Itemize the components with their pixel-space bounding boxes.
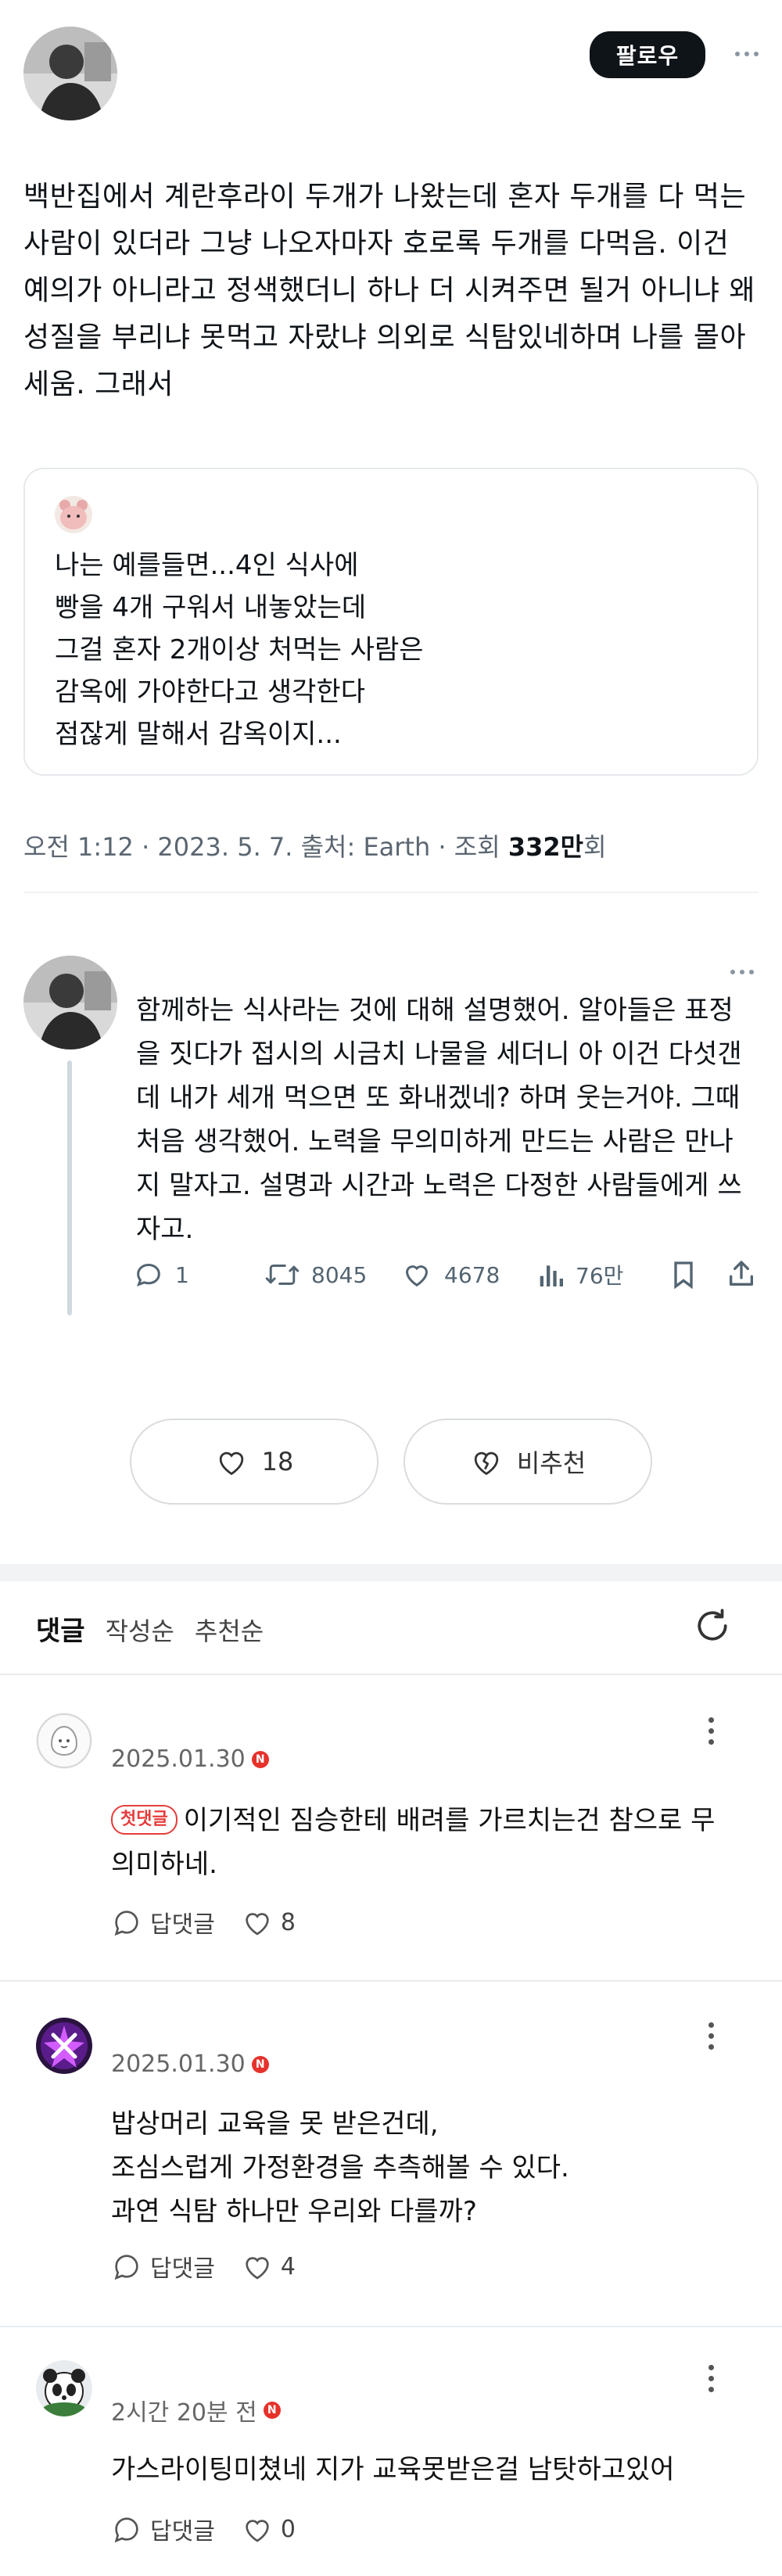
comment-text: 가스라이팅미쳤네 지가 교육못받은걸 남탓하고있어: [111, 2454, 675, 2485]
post-text: 백반집에서 계란후라이 두개가 나왔는데 혼자 두개를 다 먹는 사람이 있더라…: [23, 181, 756, 400]
reply-comment-count[interactable]: 1: [133, 1259, 189, 1290]
comment-like-button[interactable]: 8: [242, 1907, 296, 1937]
reply-label: 답댓글: [150, 2255, 215, 2283]
follow-button[interactable]: 팔로우: [590, 31, 705, 78]
view-count: 332만: [508, 832, 584, 862]
quote-line: 점잖게 말해서 감옥이지...: [55, 719, 342, 750]
comment-icon: [137, 1263, 160, 1287]
heart-icon: [246, 2257, 269, 2280]
commenter-avatar[interactable]: [36, 2360, 92, 2416]
sort-by-likes-tab[interactable]: 추천순: [195, 1612, 264, 1648]
comment-like-count: 8: [280, 1908, 296, 1936]
comment-date: 2025.01.30 N: [111, 2050, 269, 2078]
recommend-count: 18: [261, 1447, 294, 1476]
heart-icon: [246, 2520, 269, 2542]
heart-icon: [405, 1265, 429, 1287]
reply-comment-button[interactable]: 답댓글: [111, 2512, 215, 2546]
quoted-author-avatar: [55, 496, 92, 533]
bookmark-icon[interactable]: [669, 1259, 698, 1293]
refresh-icon[interactable]: [693, 1606, 732, 1649]
reply-author-avatar[interactable]: [23, 956, 117, 1049]
comment-date-text: 2025.01.30: [111, 1745, 246, 1773]
like-count: 4678: [444, 1261, 500, 1288]
post-meta: 오전 1:12 · 2023. 5. 7. 출처: Earth · 조회 332…: [23, 827, 607, 863]
naver-badge: N: [263, 2402, 281, 2419]
view-count-suffix: 회: [583, 832, 607, 862]
not-recommend-button[interactable]: 비추천: [404, 1419, 652, 1505]
divider: [0, 1674, 782, 1675]
heart-icon: [246, 1913, 269, 1936]
broken-heart-icon: [474, 1451, 499, 1475]
first-comment-badge: 첫댓글: [111, 1805, 178, 1835]
speech-bubble-icon: [114, 2255, 138, 2280]
like-button[interactable]: 4678: [400, 1259, 500, 1290]
comment-more-icon[interactable]: [708, 2022, 714, 2050]
speech-bubble-icon: [114, 1910, 138, 1936]
comment-like-count: 4: [280, 2252, 296, 2280]
not-recommend-label: 비추천: [516, 1448, 586, 1478]
quote-line: 그걸 혼자 2개이상 처먹는 사람은: [55, 634, 424, 666]
naver-badge: N: [251, 2055, 269, 2073]
comment-more-icon[interactable]: [708, 2365, 714, 2392]
retweet-count: 8045: [311, 1261, 368, 1288]
retweet-icon: [265, 1265, 300, 1285]
quote-line: 나는 예를들면...4인 식사에: [55, 550, 359, 581]
heart-icon: [219, 1451, 243, 1476]
share-icon[interactable]: [726, 1258, 757, 1293]
comment-like-button[interactable]: 4: [242, 2251, 296, 2281]
speech-bubble-icon: [114, 2517, 138, 2543]
author-avatar[interactable]: [23, 27, 117, 120]
quote-line: 빵을 4개 구워서 내놓았는데: [55, 592, 367, 623]
quoted-post[interactable]: 나는 예를들면...4인 식사에 빵을 4개 구워서 내놓았는데 그걸 혼자 2…: [23, 468, 759, 776]
post-timestamp-source: 오전 1:12 · 2023. 5. 7. 출처: Earth · 조회: [23, 832, 508, 862]
comment-tabs: 댓글 작성순 추천순: [36, 1609, 264, 1648]
comment-date-text: 2시간 20분 전: [111, 2399, 257, 2427]
comment-body: 이기적인 짐승한테 배려를 가르치는건 참으로 무의미하네.: [111, 1805, 716, 1880]
comment-actions: 답댓글 0: [111, 2512, 296, 2546]
naver-badge: N: [251, 1750, 269, 1768]
retweet-button[interactable]: 8045: [264, 1259, 367, 1290]
sort-by-date-tab[interactable]: 작성순: [106, 1612, 174, 1648]
reply-text: 함께하는 식사라는 것에 대해 설명했어. 알아들은 표정을 짓다가 접시의 시…: [136, 995, 742, 1245]
views-count: 76만: [576, 1263, 624, 1289]
bar-chart-icon: [540, 1265, 563, 1286]
more-options-icon[interactable]: [735, 52, 759, 56]
comment-like-count: 0: [280, 2515, 296, 2543]
comment-date-text: 2025.01.30: [111, 2050, 246, 2078]
comment-actions: 답댓글 4: [111, 2249, 296, 2284]
comment-actions: 답댓글 8: [111, 1905, 296, 1939]
divider: [0, 1980, 782, 1982]
comment-date: 2025.01.30 N: [111, 1745, 269, 1773]
section-separator: [0, 1564, 782, 1581]
comments-title[interactable]: 댓글: [36, 1609, 85, 1648]
commenter-avatar[interactable]: [36, 1713, 92, 1769]
divider: [23, 892, 759, 893]
thread-line: [67, 1060, 72, 1315]
comment-more-icon[interactable]: [708, 1717, 714, 1745]
quoted-post-text: 나는 예를들면...4인 식사에 빵을 4개 구워서 내놓았는데 그걸 혼자 2…: [55, 544, 727, 755]
reply-count: 1: [175, 1261, 189, 1288]
comment-date: 2시간 20분 전 N: [111, 2393, 281, 2427]
views-stat[interactable]: 76만: [536, 1259, 623, 1290]
commenter-avatar[interactable]: [36, 2018, 92, 2074]
comment-text: 밥상머리 교육을 못 받은건데, 조심스럽게 가정환경을 추측해볼 수 있다. …: [111, 2108, 569, 2227]
recommend-button[interactable]: 18: [130, 1419, 378, 1505]
reply-comment-button[interactable]: 답댓글: [111, 1905, 215, 1939]
divider: [0, 2326, 782, 2327]
reply-label: 답댓글: [150, 1911, 215, 1939]
reply-comment-button[interactable]: 답댓글: [111, 2249, 215, 2284]
reply-label: 답댓글: [150, 2518, 215, 2546]
comment-text: 첫댓글 이기적인 짐승한테 배려를 가르치는건 참으로 무의미하네.: [111, 1799, 737, 1886]
reply-more-options-icon[interactable]: [730, 970, 754, 974]
comment-like-button[interactable]: 0: [242, 2514, 296, 2544]
quote-line: 감옥에 가야한다고 생각한다: [55, 676, 365, 708]
